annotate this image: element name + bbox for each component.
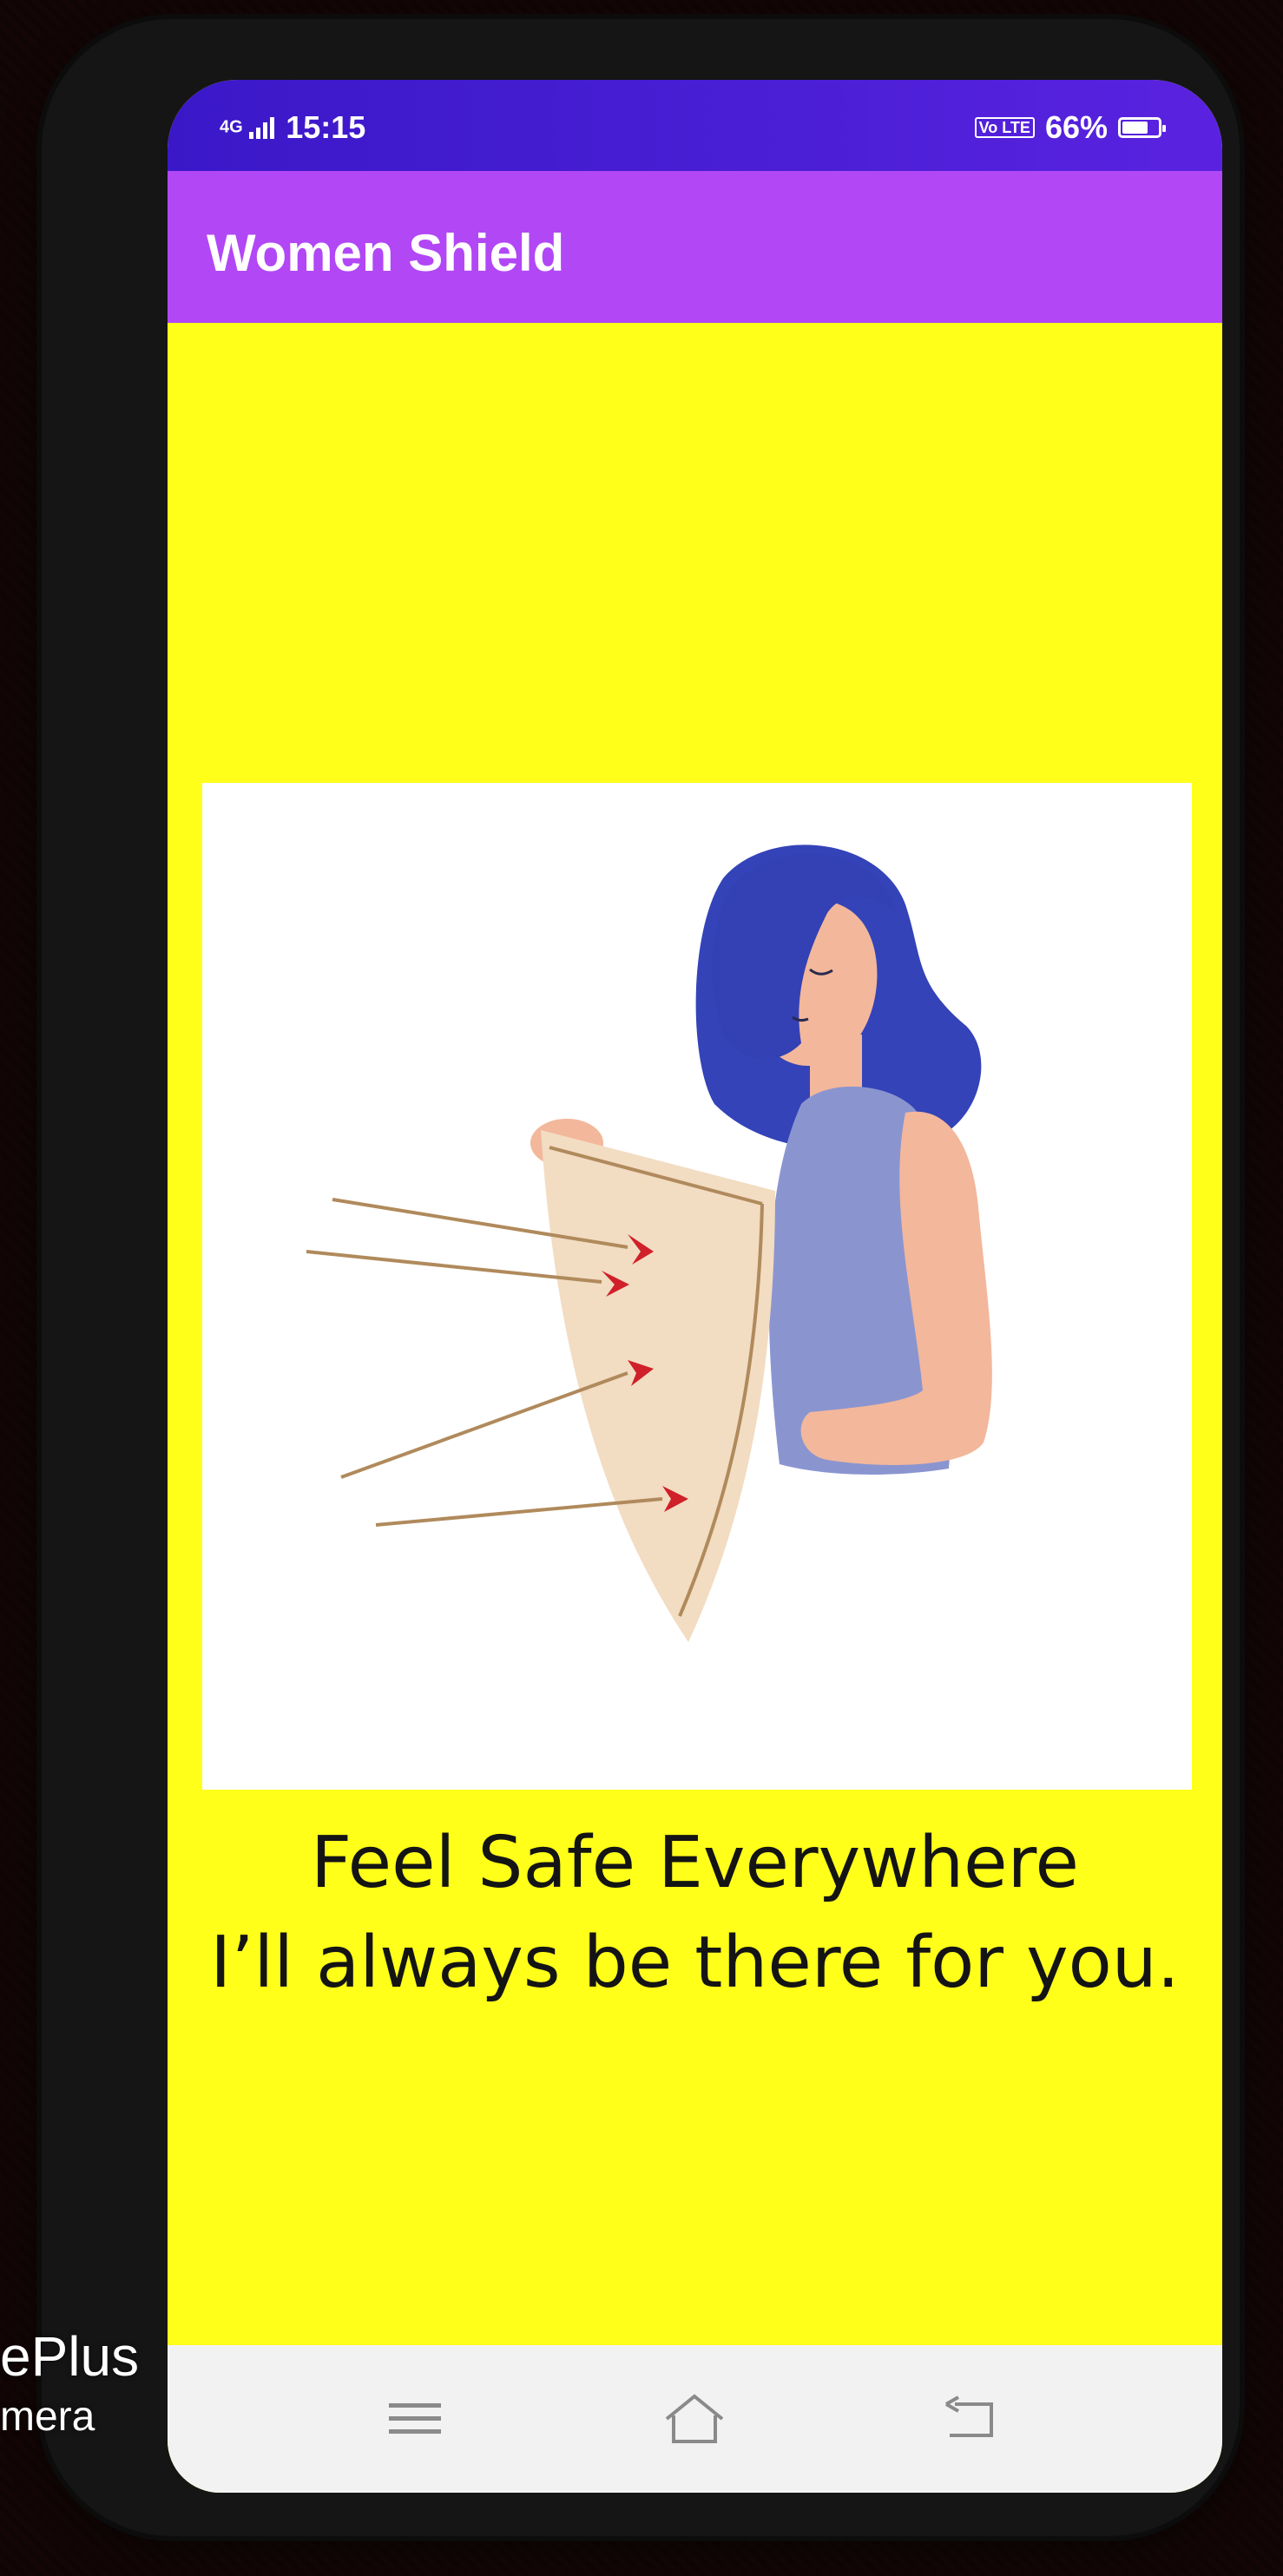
volte-icon: Vo LTE xyxy=(974,117,1035,138)
woman-with-shield-illustration xyxy=(306,844,992,1642)
app-bar: Women Shield xyxy=(168,171,1222,323)
watermark-line-1: ePlus xyxy=(0,2325,140,2388)
battery-icon xyxy=(1118,117,1166,138)
tagline-line-1: Feel Safe Everywhere xyxy=(311,1822,1079,1904)
tagline: Feel Safe Everywhere I’ll always be ther… xyxy=(168,1816,1222,2015)
app-screen: 4G 15:15 Vo LTE 66% Women Shield Feel Sa… xyxy=(168,80,1222,2493)
illustration-card xyxy=(202,783,1192,1790)
tagline-line-2: I’ll always be there for you. xyxy=(210,1922,1180,2004)
battery-percent: 66% xyxy=(1044,109,1108,145)
home-icon[interactable] xyxy=(655,2380,734,2458)
status-time: 15:15 xyxy=(286,109,366,145)
camera-watermark: ePlus mera xyxy=(0,2326,139,2448)
network-signal-icon: 4G xyxy=(220,116,277,139)
app-title: Women Shield xyxy=(207,224,565,282)
status-right: Vo LTE 66% xyxy=(974,109,1166,146)
status-bar: 4G 15:15 Vo LTE 66% xyxy=(168,80,1222,171)
watermark-line-2: mera xyxy=(0,2394,95,2440)
navigation-bar xyxy=(168,2345,1222,2493)
menu-icon[interactable] xyxy=(376,2380,454,2458)
phone-frame: 4G 15:15 Vo LTE 66% Women Shield Feel Sa… xyxy=(42,19,1240,2536)
back-icon[interactable] xyxy=(931,2380,1010,2458)
network-label: 4G xyxy=(220,117,243,137)
status-left: 4G 15:15 xyxy=(220,109,365,146)
